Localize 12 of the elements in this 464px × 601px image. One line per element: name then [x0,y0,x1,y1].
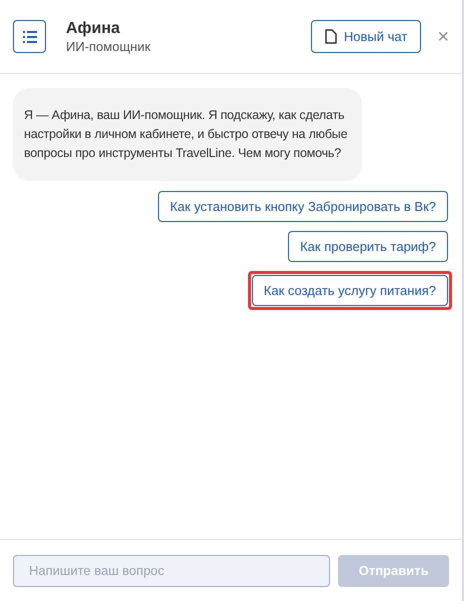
assistant-name: Афина [66,18,121,38]
suggestion-button[interactable]: Как установить кнопку Забронировать в Вк? [158,191,448,222]
close-button[interactable]: × [437,26,449,46]
assistant-role: ИИ-помощник [66,38,150,54]
question-field[interactable]: Напишите ваш вопрос [13,554,330,586]
suggestion-button[interactable]: Как проверить тариф? [288,231,448,262]
assistant-message: Я — Афина, ваш ИИ-помощник. Я подскажу, как сделать настройки в личном кабинете, и быстро отвечу на любые вопросы про инструменты TravelLine. Чем могу помочь? [13,88,362,181]
document-icon [324,29,337,44]
menu-icon [22,30,36,42]
suggestion-button[interactable]: Как создать услугу питания? [252,275,448,306]
new-chat-button[interactable]: Новый чат [310,20,422,53]
menu-button[interactable] [13,20,46,53]
